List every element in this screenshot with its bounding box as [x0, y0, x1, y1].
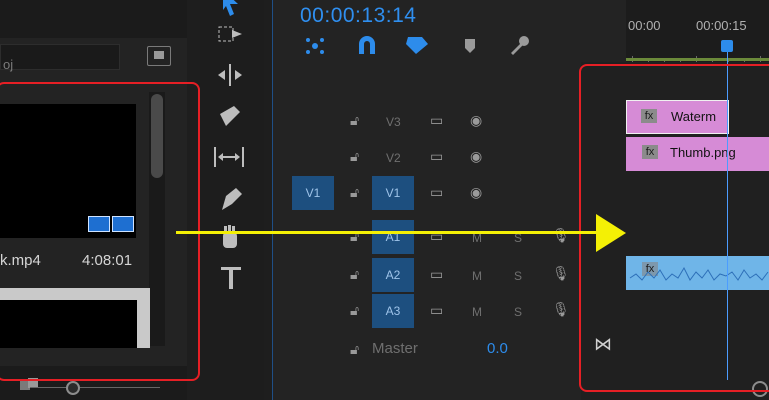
type-icon[interactable] [218, 264, 244, 290]
sync-lock-icon[interactable]: ▭ [430, 148, 443, 165]
track-row-v3: 🔓︎ V3 ▭ ◉ [276, 104, 588, 138]
sync-lock-icon[interactable]: ▭ [430, 184, 443, 201]
track-row-a2: 🔓︎ A2 ▭ M S 🎙︎ [276, 258, 588, 292]
master-label: Master [372, 340, 418, 357]
lock-icon[interactable]: 🔓︎ [350, 266, 359, 283]
timecode[interactable]: 00:00:13:14 [300, 4, 416, 28]
eye-icon[interactable]: ◉ [470, 148, 482, 165]
source-patch-v1[interactable]: V1 [292, 176, 334, 210]
lock-icon[interactable]: 🔓︎ [350, 112, 359, 129]
sync-lock-icon[interactable]: ▭ [430, 266, 443, 283]
ruler-label-1: 00:00:15 [696, 18, 747, 33]
mic-icon[interactable]: 🎙︎ [552, 301, 570, 318]
sync-lock-icon[interactable]: ▭ [430, 302, 443, 319]
track-row-v2: 🔓︎ V2 ▭ ◉ [276, 140, 588, 174]
track-target-a2[interactable]: A2 [372, 258, 414, 292]
ruler-label-0: 00:00 [628, 18, 661, 33]
track-target-a1[interactable]: A1 [372, 220, 414, 254]
lock-icon[interactable]: 🔓︎ [350, 184, 359, 201]
slip-icon[interactable] [212, 144, 244, 170]
field-text: oj [3, 57, 14, 72]
drag-arrow-line [176, 231, 602, 234]
track-row-a1: 🔓︎ A1 ▭ M S 🎙︎ [276, 220, 588, 254]
master-value[interactable]: 0.0 [487, 340, 508, 357]
tools-panel [200, 0, 264, 400]
track-label-v3: V3 [386, 115, 401, 129]
drag-arrow-head [596, 214, 626, 252]
linked-selection-icon[interactable] [404, 34, 430, 61]
lock-icon[interactable]: 🔓︎ [350, 341, 359, 358]
pen-icon[interactable] [216, 184, 242, 210]
mic-icon[interactable]: 🎙︎ [552, 265, 570, 282]
add-marker-icon[interactable] [462, 36, 478, 61]
razor-icon[interactable] [216, 104, 242, 130]
panel-header [0, 0, 187, 38]
ripple-edit-icon[interactable] [216, 62, 242, 88]
track-row-a3: 🔓︎ A3 ▭ M S 🎙︎ [276, 294, 588, 328]
hand-icon[interactable] [216, 224, 242, 250]
solo-button[interactable]: S [514, 269, 522, 283]
track-label-v2: V2 [386, 151, 401, 165]
track-select-icon[interactable] [216, 22, 242, 48]
lock-icon[interactable]: 🔓︎ [350, 148, 359, 165]
eye-icon[interactable]: ◉ [470, 184, 482, 201]
nest-icon[interactable] [304, 36, 326, 61]
sync-lock-icon[interactable]: ▭ [430, 112, 443, 129]
track-target-v1[interactable]: V1 [372, 176, 414, 210]
highlight-project [0, 82, 200, 381]
lock-icon[interactable]: 🔓︎ [350, 302, 359, 319]
mute-button[interactable]: M [472, 269, 482, 283]
track-target-a3[interactable]: A3 [372, 294, 414, 328]
playhead-handle[interactable] [721, 40, 733, 52]
snap-icon[interactable] [356, 34, 378, 61]
zoom-slider-track[interactable] [30, 387, 160, 388]
work-area-bar [626, 58, 769, 61]
eye-icon[interactable]: ◉ [470, 112, 482, 129]
zoom-slider-knob[interactable] [66, 381, 80, 395]
track-row-v1: V1 🔓︎ V1 ▭ ◉ [276, 176, 588, 210]
settings-wrench-icon[interactable] [508, 34, 532, 63]
selection-tool-icon[interactable] [218, 0, 244, 16]
find-icon[interactable] [147, 46, 171, 66]
solo-button[interactable]: S [514, 305, 522, 319]
project-search-field[interactable]: oj [0, 44, 120, 72]
mic-icon[interactable]: 🎙︎ [552, 227, 570, 244]
mute-button[interactable]: M [472, 305, 482, 319]
